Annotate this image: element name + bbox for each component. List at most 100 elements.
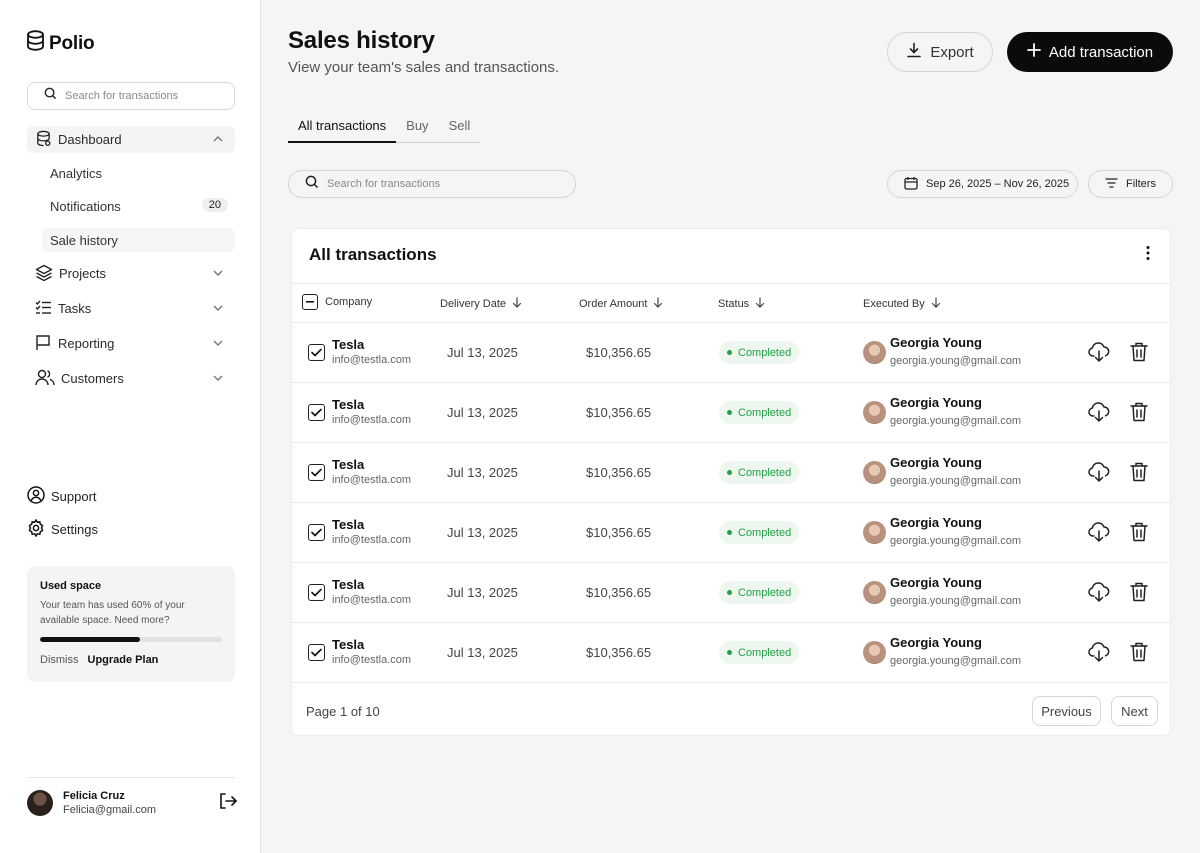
row-checkbox[interactable] [308, 404, 325, 421]
sidebar-item-dashboard[interactable]: Dashboard [27, 126, 235, 153]
search-icon [44, 87, 57, 105]
company-email: info@testla.com [332, 534, 412, 546]
trash-icon[interactable] [1130, 462, 1148, 487]
table-row[interactable]: Tesla info@testla.com Jul 13, 2025 $10,3… [292, 503, 1170, 563]
support-label: Support [51, 489, 97, 504]
sidebar-subitem-analytics[interactable]: Analytics [42, 161, 235, 185]
status-badge: Completed [719, 521, 800, 544]
transactions-search[interactable] [288, 170, 576, 198]
more-vertical-icon[interactable] [1146, 245, 1150, 266]
cloud-download-icon[interactable] [1088, 402, 1110, 427]
filters-button[interactable]: Filters [1088, 170, 1173, 198]
column-company-header[interactable]: Company [302, 294, 372, 310]
chevron-down-icon [211, 301, 225, 318]
company-name: Tesla [332, 517, 365, 532]
executor-email: georgia.young@gmail.com [890, 415, 1022, 427]
gear-icon [27, 518, 45, 540]
cloud-download-icon[interactable] [1088, 582, 1110, 607]
sidebar-support-link[interactable]: Support [27, 486, 97, 507]
sidebar-subitem-sale-history[interactable]: Sale history [42, 228, 235, 252]
company-name: Tesla [332, 637, 365, 652]
list-checks-icon [35, 300, 52, 318]
cloud-download-icon[interactable] [1088, 462, 1110, 487]
delivery-date: Jul 13, 2025 [447, 345, 518, 360]
add-transaction-button[interactable]: Add transaction [1007, 32, 1173, 72]
row-checkbox[interactable] [308, 464, 325, 481]
trash-icon[interactable] [1130, 522, 1148, 547]
date-range-picker[interactable]: Sep 26, 2025 – Nov 26, 2025 [887, 170, 1078, 198]
row-checkbox[interactable] [308, 644, 325, 661]
sidebar-settings-link[interactable]: Settings [27, 518, 98, 540]
sidebar-item-reporting[interactable]: Reporting [27, 330, 235, 357]
executor-email: georgia.young@gmail.com [890, 595, 1022, 607]
column-executed-by-header[interactable]: Executed By [863, 297, 941, 311]
logout-icon[interactable] [218, 792, 237, 815]
row-checkbox[interactable] [308, 344, 325, 361]
cloud-download-icon[interactable] [1088, 642, 1110, 667]
transactions-card: All transactions Company Delivery Date O… [291, 228, 1171, 736]
table-row[interactable]: Tesla info@testla.com Jul 13, 2025 $10,3… [292, 563, 1170, 623]
sidebar: Polio Dashboard Analytics Notifications … [0, 0, 261, 853]
table-row[interactable]: Tesla info@testla.com Jul 13, 2025 $10,3… [292, 623, 1170, 683]
column-status-header[interactable]: Status [718, 297, 765, 311]
next-page-button[interactable]: Next [1111, 696, 1158, 726]
company-email: info@testla.com [332, 594, 412, 606]
table-row[interactable]: Tesla info@testla.com Jul 13, 2025 $10,3… [292, 443, 1170, 503]
arrow-down-icon [653, 297, 663, 311]
trash-icon[interactable] [1130, 582, 1148, 607]
transactions-search-input[interactable] [327, 178, 557, 190]
sidebar-subitem-notifications[interactable]: Notifications 20 [42, 194, 235, 218]
delivery-date: Jul 13, 2025 [447, 525, 518, 540]
order-amount: $10,356.65 [586, 645, 652, 660]
used-space-title: Used space [40, 580, 102, 592]
executor-name: Georgia Young [890, 335, 982, 350]
sidebar-item-label: Customers [61, 371, 124, 386]
tab-all-transactions[interactable]: All transactions [288, 112, 397, 143]
used-space-progress [40, 637, 222, 642]
table-row[interactable]: Tesla info@testla.com Jul 13, 2025 $10,3… [292, 383, 1170, 443]
trash-icon[interactable] [1130, 342, 1148, 367]
chevron-down-icon [211, 266, 225, 283]
table-row[interactable]: Tesla info@testla.com Jul 13, 2025 $10,3… [292, 323, 1170, 383]
brand[interactable]: Polio [26, 30, 95, 57]
sidebar-item-projects[interactable]: Projects [27, 260, 235, 287]
sidebar-item-customers[interactable]: Customers [27, 365, 235, 392]
settings-label: Settings [51, 522, 98, 537]
status-badge: Completed [719, 341, 800, 364]
row-checkbox[interactable] [308, 524, 325, 541]
chevron-down-icon [211, 371, 225, 388]
status-label: Completed [738, 526, 792, 539]
sidebar-search[interactable] [27, 82, 235, 110]
tab-sell[interactable]: Sell [439, 112, 481, 143]
trash-icon[interactable] [1130, 642, 1148, 667]
table-header: Company Delivery Date Order Amount Statu… [292, 283, 1170, 323]
delivery-date: Jul 13, 2025 [447, 465, 518, 480]
user-name: Felicia Cruz [63, 790, 125, 802]
avatar [863, 641, 886, 664]
column-order-amount-header[interactable]: Order Amount [579, 297, 663, 311]
cloud-download-icon[interactable] [1088, 342, 1110, 367]
arrow-down-icon [931, 297, 941, 311]
select-all-checkbox[interactable] [302, 294, 318, 310]
cloud-download-icon[interactable] [1088, 522, 1110, 547]
status-dot [727, 350, 732, 355]
row-checkbox[interactable] [308, 584, 325, 601]
export-button[interactable]: Export [887, 32, 993, 72]
sidebar-item-tasks[interactable]: Tasks [27, 295, 235, 322]
sidebar-search-input[interactable] [65, 90, 215, 102]
upgrade-plan-button[interactable]: Upgrade Plan [88, 654, 159, 666]
executor-name: Georgia Young [890, 455, 982, 470]
column-delivery-date-header[interactable]: Delivery Date [440, 297, 522, 311]
executor-email: georgia.young@gmail.com [890, 355, 1022, 367]
column-label: Executed By [863, 298, 925, 310]
sidebar-subitem-label: Analytics [50, 165, 103, 181]
user-profile[interactable]: Felicia Cruz Felicia@gmail.com [27, 788, 237, 818]
trash-icon[interactable] [1130, 402, 1148, 427]
dismiss-button[interactable]: Dismiss [40, 654, 79, 666]
previous-page-button[interactable]: Previous [1032, 696, 1101, 726]
sidebar-item-label: Reporting [58, 336, 115, 351]
user-email: Felicia@gmail.com [63, 804, 157, 816]
executor-name: Georgia Young [890, 575, 982, 590]
tab-buy[interactable]: Buy [396, 112, 438, 143]
company-email: info@testla.com [332, 474, 412, 486]
